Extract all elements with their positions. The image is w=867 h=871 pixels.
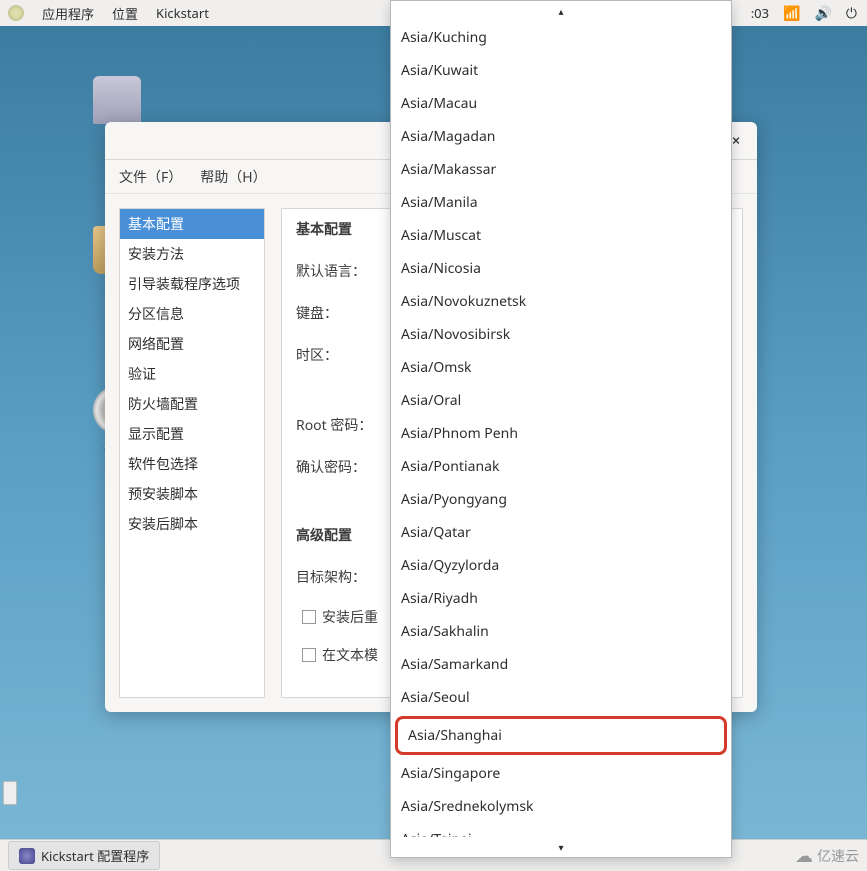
arch-label: 目标架构： [296, 567, 390, 587]
kbd-label: 键盘： [296, 303, 390, 323]
timezone-option[interactable]: Asia/Samarkand [391, 648, 731, 681]
timezone-option[interactable]: Asia/Kuwait [391, 54, 731, 87]
timezone-option[interactable]: Asia/Sakhalin [391, 615, 731, 648]
task-app-icon [19, 848, 35, 864]
timezone-option[interactable]: Asia/Novokuznetsk [391, 285, 731, 318]
timezone-option[interactable]: Asia/Nicosia [391, 252, 731, 285]
timezone-option[interactable]: Asia/Phnom Penh [391, 417, 731, 450]
sidebar-item-partition[interactable]: 分区信息 [120, 299, 264, 329]
timezone-option[interactable]: Asia/Riyadh [391, 582, 731, 615]
timezone-dropdown: ▴ Asia/KuchingAsia/KuwaitAsia/MacauAsia/… [390, 0, 732, 858]
sidebar-item-bootloader[interactable]: 引导装载程序选项 [120, 269, 264, 299]
timezone-option[interactable]: Asia/Muscat [391, 219, 731, 252]
scroll-down-arrow[interactable]: ▾ [391, 837, 731, 857]
timezone-option[interactable]: Asia/Qyzylorda [391, 549, 731, 582]
sidebar-item-basic[interactable]: 基本配置 [120, 209, 264, 239]
sidebar-item-install-method[interactable]: 安装方法 [120, 239, 264, 269]
network-icon[interactable]: 📶 [783, 4, 800, 23]
sidebar-item-display[interactable]: 显示配置 [120, 419, 264, 449]
apps-menu[interactable]: 应用程序 [42, 4, 94, 23]
lang-label: 默认语言： [296, 261, 390, 281]
app-name-menu[interactable]: Kickstart [156, 4, 209, 22]
watermark-text: 亿速云 [817, 846, 859, 866]
places-menu[interactable]: 位置 [112, 4, 138, 23]
clock[interactable]: :03 [751, 4, 769, 22]
reboot-checkbox[interactable] [302, 610, 316, 624]
timezone-option[interactable]: Asia/Macau [391, 87, 731, 120]
volume-icon[interactable]: 🔊 [814, 4, 831, 23]
sidebar-item-postinstall[interactable]: 安装后脚本 [120, 509, 264, 539]
textmode-label: 在文本模 [322, 645, 378, 665]
timezone-option[interactable]: Asia/Seoul [391, 681, 731, 714]
timezone-option[interactable]: Asia/Makassar [391, 153, 731, 186]
sidebar-item-preinstall[interactable]: 预安装脚本 [120, 479, 264, 509]
sidebar-item-firewall[interactable]: 防火墙配置 [120, 389, 264, 419]
timezone-option[interactable]: Asia/Omsk [391, 351, 731, 384]
timezone-option[interactable]: Asia/Kuching [391, 21, 731, 54]
task-label: Kickstart 配置程序 [41, 846, 149, 865]
timezone-option[interactable]: Asia/Singapore [391, 757, 731, 790]
timezone-option[interactable]: Asia/Pyongyang [391, 483, 731, 516]
dropdown-list[interactable]: Asia/KuchingAsia/KuwaitAsia/MacauAsia/Ma… [391, 21, 731, 837]
sidebar-item-auth[interactable]: 验证 [120, 359, 264, 389]
timezone-option[interactable]: Asia/Taipei [391, 823, 731, 837]
timezone-option[interactable]: Asia/Magadan [391, 120, 731, 153]
timezone-option[interactable]: Asia/Srednekolymsk [391, 790, 731, 823]
cloud-icon: ☁ [795, 844, 813, 868]
textmode-checkbox[interactable] [302, 648, 316, 662]
watermark: ☁ 亿速云 [795, 844, 859, 868]
reboot-label: 安装后重 [322, 607, 378, 627]
menu-file[interactable]: 文件（F） [119, 167, 182, 187]
sidebar: 基本配置 安装方法 引导装载程序选项 分区信息 网络配置 验证 防火墙配置 显示… [119, 208, 265, 698]
tz-label: 时区： [296, 345, 390, 365]
timezone-option[interactable]: Asia/Qatar [391, 516, 731, 549]
window-list-minimize[interactable] [3, 781, 17, 805]
timezone-option[interactable]: Asia/Novosibirsk [391, 318, 731, 351]
root-label: Root 密码： [296, 415, 390, 435]
timezone-option[interactable]: Asia/Oral [391, 384, 731, 417]
taskbar-kickstart[interactable]: Kickstart 配置程序 [8, 841, 160, 870]
power-icon[interactable]: ⏻ [846, 4, 857, 23]
desktop-icon-home[interactable] [85, 76, 149, 128]
timezone-option[interactable]: Asia/Pontianak [391, 450, 731, 483]
timezone-option[interactable]: Asia/Shanghai [395, 716, 727, 755]
menu-help[interactable]: 帮助（H） [200, 167, 266, 187]
home-folder-icon [93, 76, 141, 124]
apps-menu-icon[interactable] [8, 5, 24, 21]
scroll-up-arrow[interactable]: ▴ [391, 1, 731, 21]
confirm-label: 确认密码： [296, 457, 390, 477]
sidebar-item-network[interactable]: 网络配置 [120, 329, 264, 359]
sidebar-item-packages[interactable]: 软件包选择 [120, 449, 264, 479]
timezone-option[interactable]: Asia/Manila [391, 186, 731, 219]
